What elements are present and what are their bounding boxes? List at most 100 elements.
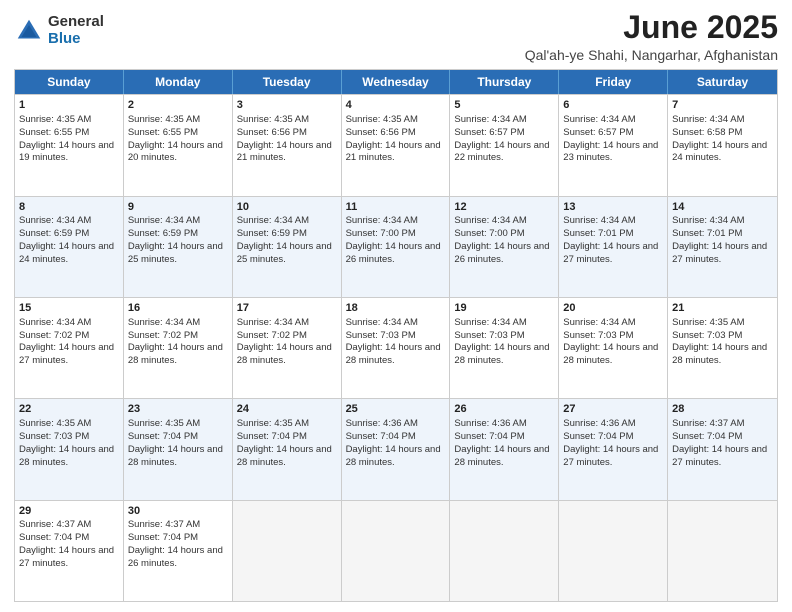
sunrise: Sunrise: 4:34 AM	[672, 114, 744, 125]
sunrise: Sunrise: 4:34 AM	[237, 317, 309, 328]
sunrise: Sunrise: 4:35 AM	[128, 114, 200, 125]
sunrise: Sunrise: 4:34 AM	[672, 215, 744, 226]
week-row-3: 15 Sunrise: 4:34 AM Sunset: 7:02 PM Dayl…	[15, 297, 777, 398]
day-num: 7	[672, 98, 773, 113]
sunrise: Sunrise: 4:37 AM	[128, 519, 200, 530]
header-friday: Friday	[559, 70, 668, 94]
daylight: Daylight: 14 hours and 26 minutes.	[346, 241, 441, 265]
daylight: Daylight: 14 hours and 27 minutes.	[19, 545, 114, 569]
daylight: Daylight: 14 hours and 27 minutes.	[563, 241, 658, 265]
day-num: 29	[19, 504, 119, 519]
sunrise: Sunrise: 4:34 AM	[563, 215, 635, 226]
week-row-2: 8 Sunrise: 4:34 AM Sunset: 6:59 PM Dayli…	[15, 196, 777, 297]
cell-4-wed: 25 Sunrise: 4:36 AM Sunset: 7:04 PM Dayl…	[342, 399, 451, 499]
daylight: Daylight: 14 hours and 24 minutes.	[19, 241, 114, 265]
sunset: Sunset: 7:03 PM	[346, 330, 416, 341]
day-num: 10	[237, 200, 337, 215]
header: General Blue June 2025 Qal'ah-ye Shahi, …	[14, 10, 778, 63]
daylight: Daylight: 14 hours and 21 minutes.	[237, 140, 332, 164]
daylight: Daylight: 14 hours and 26 minutes.	[454, 241, 549, 265]
sunset: Sunset: 6:57 PM	[454, 127, 524, 138]
logo: General Blue	[14, 14, 104, 47]
day-num: 1	[19, 98, 119, 113]
cell-2-wed: 11 Sunrise: 4:34 AM Sunset: 7:00 PM Dayl…	[342, 197, 451, 297]
day-num: 11	[346, 200, 446, 215]
daylight: Daylight: 14 hours and 28 minutes.	[454, 444, 549, 468]
page: General Blue June 2025 Qal'ah-ye Shahi, …	[0, 0, 792, 612]
sunrise: Sunrise: 4:34 AM	[128, 215, 200, 226]
sunset: Sunset: 6:57 PM	[563, 127, 633, 138]
sunrise: Sunrise: 4:37 AM	[672, 418, 744, 429]
sunset: Sunset: 7:02 PM	[237, 330, 307, 341]
header-monday: Monday	[124, 70, 233, 94]
cell-5-sat-empty	[668, 501, 777, 601]
sunrise: Sunrise: 4:35 AM	[672, 317, 744, 328]
cell-1-wed: 4 Sunrise: 4:35 AM Sunset: 6:56 PM Dayli…	[342, 95, 451, 195]
daylight: Daylight: 14 hours and 27 minutes.	[672, 444, 767, 468]
day-num: 27	[563, 402, 663, 417]
daylight: Daylight: 14 hours and 28 minutes.	[672, 342, 767, 366]
day-num: 6	[563, 98, 663, 113]
daylight: Daylight: 14 hours and 28 minutes.	[128, 342, 223, 366]
sunset: Sunset: 6:56 PM	[346, 127, 416, 138]
sunset: Sunset: 7:01 PM	[672, 228, 742, 239]
sunrise: Sunrise: 4:34 AM	[563, 317, 635, 328]
daylight: Daylight: 14 hours and 26 minutes.	[128, 545, 223, 569]
title-block: June 2025 Qal'ah-ye Shahi, Nangarhar, Af…	[525, 10, 778, 63]
daylight: Daylight: 14 hours and 19 minutes.	[19, 140, 114, 164]
sunset: Sunset: 6:55 PM	[128, 127, 198, 138]
sunset: Sunset: 7:04 PM	[454, 431, 524, 442]
daylight: Daylight: 14 hours and 28 minutes.	[237, 342, 332, 366]
sunrise: Sunrise: 4:37 AM	[19, 519, 91, 530]
cell-3-mon: 16 Sunrise: 4:34 AM Sunset: 7:02 PM Dayl…	[124, 298, 233, 398]
sunset: Sunset: 7:03 PM	[563, 330, 633, 341]
day-num: 25	[346, 402, 446, 417]
day-num: 14	[672, 200, 773, 215]
day-num: 15	[19, 301, 119, 316]
daylight: Daylight: 14 hours and 25 minutes.	[128, 241, 223, 265]
sunrise: Sunrise: 4:34 AM	[454, 215, 526, 226]
cell-2-fri: 13 Sunrise: 4:34 AM Sunset: 7:01 PM Dayl…	[559, 197, 668, 297]
cell-5-thu-empty	[450, 501, 559, 601]
day-num: 20	[563, 301, 663, 316]
cell-5-sun: 29 Sunrise: 4:37 AM Sunset: 7:04 PM Dayl…	[15, 501, 124, 601]
sunset: Sunset: 7:04 PM	[346, 431, 416, 442]
week-row-1: 1 Sunrise: 4:35 AM Sunset: 6:55 PM Dayli…	[15, 94, 777, 195]
sunrise: Sunrise: 4:34 AM	[128, 317, 200, 328]
cell-5-mon: 30 Sunrise: 4:37 AM Sunset: 7:04 PM Dayl…	[124, 501, 233, 601]
sunset: Sunset: 7:03 PM	[672, 330, 742, 341]
sunset: Sunset: 7:04 PM	[128, 431, 198, 442]
sunset: Sunset: 7:00 PM	[454, 228, 524, 239]
sunset: Sunset: 7:03 PM	[19, 431, 89, 442]
sunrise: Sunrise: 4:35 AM	[19, 418, 91, 429]
sunrise: Sunrise: 4:36 AM	[563, 418, 635, 429]
sunrise: Sunrise: 4:34 AM	[346, 215, 418, 226]
sunrise: Sunrise: 4:34 AM	[563, 114, 635, 125]
daylight: Daylight: 14 hours and 28 minutes.	[563, 342, 658, 366]
sunset: Sunset: 7:01 PM	[563, 228, 633, 239]
cell-2-mon: 9 Sunrise: 4:34 AM Sunset: 6:59 PM Dayli…	[124, 197, 233, 297]
sunrise: Sunrise: 4:34 AM	[19, 215, 91, 226]
sunset: Sunset: 7:02 PM	[19, 330, 89, 341]
sunset: Sunset: 6:56 PM	[237, 127, 307, 138]
day-num: 4	[346, 98, 446, 113]
sunrise: Sunrise: 4:34 AM	[454, 114, 526, 125]
cell-3-tue: 17 Sunrise: 4:34 AM Sunset: 7:02 PM Dayl…	[233, 298, 342, 398]
cell-4-sun: 22 Sunrise: 4:35 AM Sunset: 7:03 PM Dayl…	[15, 399, 124, 499]
cell-1-tue: 3 Sunrise: 4:35 AM Sunset: 6:56 PM Dayli…	[233, 95, 342, 195]
day-num: 22	[19, 402, 119, 417]
cell-4-mon: 23 Sunrise: 4:35 AM Sunset: 7:04 PM Dayl…	[124, 399, 233, 499]
day-num: 19	[454, 301, 554, 316]
daylight: Daylight: 14 hours and 28 minutes.	[346, 444, 441, 468]
sunrise: Sunrise: 4:36 AM	[454, 418, 526, 429]
day-num: 16	[128, 301, 228, 316]
cell-5-wed-empty	[342, 501, 451, 601]
logo-general: General	[48, 14, 104, 31]
daylight: Daylight: 14 hours and 25 minutes.	[237, 241, 332, 265]
sunset: Sunset: 7:04 PM	[563, 431, 633, 442]
day-num: 21	[672, 301, 773, 316]
cell-1-thu: 5 Sunrise: 4:34 AM Sunset: 6:57 PM Dayli…	[450, 95, 559, 195]
day-num: 3	[237, 98, 337, 113]
logo-icon	[14, 16, 44, 46]
cell-4-fri: 27 Sunrise: 4:36 AM Sunset: 7:04 PM Dayl…	[559, 399, 668, 499]
